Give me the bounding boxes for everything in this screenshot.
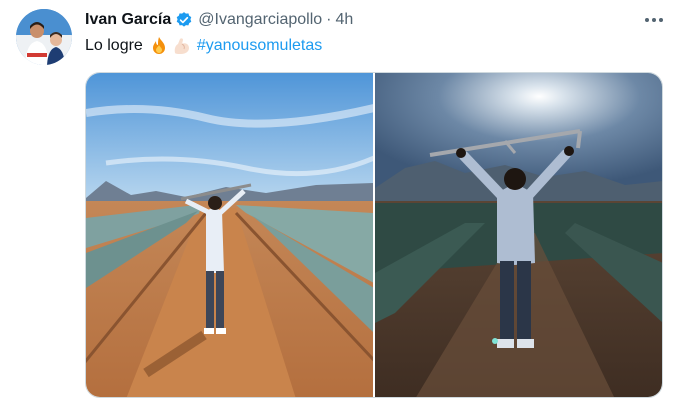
avatar[interactable] xyxy=(16,9,72,65)
photo-2[interactable] xyxy=(375,73,662,397)
display-name[interactable]: Ivan García xyxy=(85,11,171,29)
photo-1[interactable] xyxy=(86,73,373,397)
hashtag-link[interactable]: #yanousomuletas xyxy=(197,37,322,55)
tweet-text-body: Lo logre xyxy=(85,37,143,54)
more-dots-icon[interactable] xyxy=(640,10,668,30)
fire-emoji xyxy=(149,36,169,56)
handle[interactable]: @Ivangarciapollo xyxy=(198,11,322,29)
tweet-header: Ivan García @Ivangarciapollo · 4h xyxy=(85,9,353,31)
tweet-text: Lo logre #yanousomuletas xyxy=(85,36,322,56)
verified-badge-icon xyxy=(175,11,193,29)
timestamp[interactable]: 4h xyxy=(335,11,353,29)
flexed-biceps-emoji xyxy=(172,36,192,56)
tweet[interactable]: Ivan García @Ivangarciapollo · 4h Lo log… xyxy=(0,0,698,411)
separator-dot: · xyxy=(326,11,332,28)
media-grid xyxy=(85,72,663,398)
